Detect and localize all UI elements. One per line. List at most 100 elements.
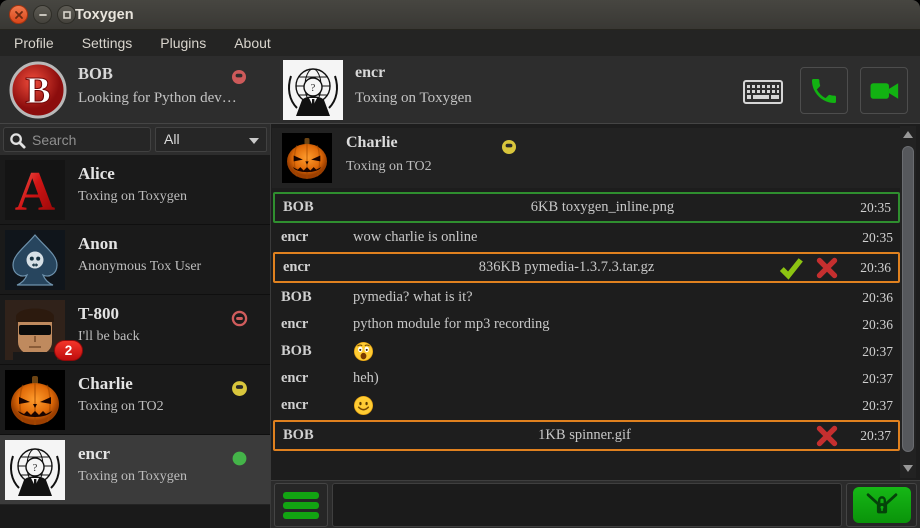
message-text: pymedia? what is it? — [353, 289, 852, 306]
self-name: BOB — [78, 64, 113, 84]
contact-item-t-800[interactable]: T-800 I'll be back 2 — [0, 295, 270, 365]
message-sender: encr — [273, 370, 353, 387]
message-time: 20:35 — [852, 230, 900, 246]
minimize-button[interactable] — [33, 5, 52, 24]
svg-text:A: A — [15, 161, 56, 220]
maximize-button[interactable] — [57, 5, 76, 24]
message-row[interactable]: BOB 20:37 — [273, 339, 900, 364]
contact-item-alice[interactable]: A Alice Toxing on Toxygen — [0, 155, 270, 225]
contact-status-message: Toxing on Toxygen — [78, 469, 187, 485]
peer-name: encr — [355, 64, 385, 82]
menu-item-plugins[interactable]: Plugins — [146, 30, 220, 56]
composer-bar — [270, 480, 920, 528]
message-time: 20:36 — [850, 260, 898, 276]
menu-item-about[interactable]: About — [220, 30, 285, 56]
contact-item-anon[interactable]: Anon Anonymous Tox User — [0, 225, 270, 295]
emoji-smile-icon — [353, 395, 852, 416]
scroll-down-icon[interactable] — [903, 465, 913, 472]
close-icon — [14, 10, 24, 20]
message-row[interactable]: encr python module for mp3 recording 20:… — [273, 312, 900, 337]
svg-text:?: ? — [33, 462, 38, 474]
message-sender: encr — [273, 229, 353, 246]
message-text: 836KB pymedia-1.3.7.3.tar.gz — [355, 259, 778, 276]
composer-menu-button[interactable] — [274, 483, 328, 527]
message-row[interactable]: BOB 6KB toxygen_inline.png 20:35 — [273, 192, 900, 223]
cancel-file-button[interactable] — [814, 255, 840, 281]
app-window: Toxygen ProfileSettingsPluginsAbout B BO… — [0, 0, 920, 528]
message-sender: BOB — [275, 427, 355, 444]
scroll-up-icon[interactable] — [903, 131, 913, 138]
message-sender: BOB — [275, 199, 355, 216]
unread-badge: 2 — [54, 340, 83, 361]
banner-avatar — [282, 133, 332, 183]
contact-avatar — [5, 370, 65, 430]
message-row[interactable]: encr 836KB pymedia-1.3.7.3.tar.gz 20:36 — [273, 252, 900, 283]
chat-area: Charlie Toxing on TO2 BOB 6KB toxygen_in… — [270, 124, 920, 480]
hamburger-menu-icon — [283, 492, 319, 499]
phone-icon — [808, 75, 840, 107]
message-text: 1KB spinner.gif — [355, 427, 814, 444]
banner-status-message: Toxing on TO2 — [346, 159, 432, 175]
minimize-icon — [38, 10, 48, 20]
contact-name: encr — [78, 444, 110, 464]
contact-name: Alice — [78, 164, 115, 184]
self-avatar[interactable]: B — [8, 60, 68, 120]
contact-status-icon — [231, 450, 248, 467]
contact-filter-dropdown[interactable]: All — [155, 127, 267, 152]
scrollbar-thumb[interactable] — [902, 146, 914, 452]
chat-peer-banner[interactable]: Charlie Toxing on TO2 — [272, 128, 900, 188]
cancel-file-button[interactable] — [814, 423, 840, 449]
file-transfer-actions — [814, 423, 840, 449]
chat-scrollbar — [900, 126, 916, 478]
audio-call-button[interactable] — [800, 67, 848, 114]
message-sender: encr — [273, 316, 353, 333]
banner-away-status-icon — [501, 139, 517, 155]
message-sender: BOB — [273, 289, 353, 306]
message-text: python module for mp3 recording — [353, 316, 852, 333]
video-call-button[interactable] — [860, 67, 908, 114]
search-box[interactable] — [3, 127, 151, 152]
maximize-icon — [62, 10, 72, 20]
message-time: 20:35 — [850, 200, 898, 216]
message-text: 6KB toxygen_inline.png — [355, 199, 850, 216]
message-time: 20:37 — [852, 398, 900, 414]
contact-status-icon — [231, 310, 248, 327]
message-time: 20:36 — [852, 290, 900, 306]
message-row[interactable]: BOB 1KB spinner.gif 20:37 — [273, 420, 900, 451]
file-transfer-actions — [778, 255, 840, 281]
message-list: BOB 6KB toxygen_inline.png 20:35 encr wo… — [273, 192, 900, 453]
encrypted-send-icon — [853, 487, 911, 523]
message-time: 20:37 — [852, 344, 900, 360]
contact-item-encr[interactable]: ? encr Toxing on Toxygen — [0, 435, 270, 505]
menu-item-settings[interactable]: Settings — [68, 30, 147, 56]
contact-status-message: Anonymous Tox User — [78, 259, 201, 275]
self-busy-status-icon[interactable] — [231, 69, 247, 85]
contact-list: A Alice Toxing on Toxygen Anon Anonymous… — [0, 155, 270, 528]
message-row[interactable]: encr wow charlie is online 20:35 — [273, 225, 900, 250]
peer-status-message: Toxing on Toxygen — [355, 90, 472, 107]
search-input[interactable] — [30, 129, 146, 150]
menu-item-profile[interactable]: Profile — [0, 30, 68, 56]
message-input[interactable] — [332, 483, 842, 527]
titlebar[interactable]: Toxygen — [0, 0, 920, 30]
message-row[interactable]: encr 20:37 — [273, 393, 900, 418]
video-camera-icon — [867, 74, 901, 108]
contact-name: T-800 — [78, 304, 119, 324]
contact-avatar — [5, 230, 65, 290]
chevron-down-icon — [249, 138, 259, 144]
contact-name: Charlie — [78, 374, 133, 394]
message-sender: BOB — [273, 343, 353, 360]
contact-status-message: Toxing on TO2 — [78, 399, 164, 415]
search-icon — [9, 132, 26, 149]
menubar: ProfileSettingsPluginsAbout — [0, 30, 920, 56]
banner-name: Charlie — [346, 134, 398, 152]
window-title: Toxygen — [75, 0, 134, 30]
self-status-message: Looking for Python dev… — [78, 90, 237, 107]
contact-item-charlie[interactable]: Charlie Toxing on TO2 — [0, 365, 270, 435]
close-button[interactable] — [9, 5, 28, 24]
message-row[interactable]: encr heh) 20:37 — [273, 366, 900, 391]
accept-file-button[interactable] — [778, 255, 804, 281]
send-button[interactable] — [846, 483, 917, 527]
keyboard-icon[interactable] — [743, 80, 783, 104]
message-row[interactable]: BOB pymedia? what is it? 20:36 — [273, 285, 900, 310]
